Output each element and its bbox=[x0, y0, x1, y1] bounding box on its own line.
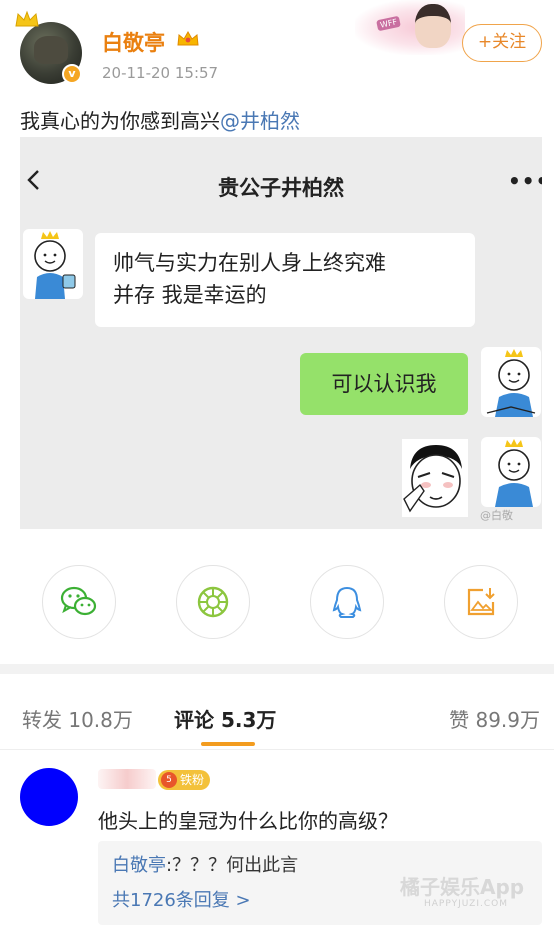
reply-username[interactable]: 白敬亭 bbox=[112, 855, 166, 876]
chat-bubble-received: 帅气与实力在别人身上终究难 并存 我是幸运的 bbox=[95, 233, 475, 327]
decorative-card-banner: WFF bbox=[355, 0, 465, 55]
chat-avatar-left bbox=[23, 229, 83, 299]
chat-avatar-right bbox=[481, 347, 541, 417]
share-moments-button[interactable] bbox=[176, 565, 250, 639]
crown-icon bbox=[15, 10, 39, 27]
verified-badge-icon: v bbox=[62, 64, 82, 84]
save-image-button[interactable] bbox=[444, 565, 518, 639]
post-author-name[interactable]: 白敬亭 bbox=[102, 27, 165, 57]
brand-watermark: 橘子娱乐App bbox=[400, 875, 525, 899]
fan-level-heart-icon: 5 bbox=[161, 772, 177, 788]
post-text-body: 我真心的为你感到高兴 bbox=[20, 109, 220, 133]
post-text: 我真心的为你感到高兴@井柏然 bbox=[20, 105, 300, 134]
commenter-avatar[interactable] bbox=[20, 768, 78, 826]
share-qq-button[interactable] bbox=[310, 565, 384, 639]
view-replies-link[interactable]: 共1726条回复 > bbox=[112, 886, 251, 912]
chat-avatar-right-2 bbox=[481, 437, 541, 507]
tab-comment[interactable]: 评论 5.3万 bbox=[174, 704, 276, 733]
comment-text: 他头上的皇冠为什么比你的高级？ bbox=[98, 809, 398, 833]
fan-badge: 5 铁粉 bbox=[158, 770, 211, 790]
follow-button[interactable]: +关注 bbox=[462, 24, 542, 62]
chat-meme-sticker bbox=[402, 439, 468, 517]
post-header: v 白敬亭 20-11-20 15:57 WFF +关注 bbox=[0, 0, 554, 96]
post-timestamp: 20-11-20 15:57 bbox=[102, 64, 219, 82]
chat-bubble-received-line2: 并存 我是幸运的 bbox=[113, 283, 267, 307]
qq-icon bbox=[332, 586, 362, 618]
feedback-tabs: 转发 10.8万 评论 5.3万 赞 89.9万 bbox=[0, 674, 554, 750]
chat-bubble-received-line1: 帅气与实力在别人身上终究难 bbox=[113, 251, 386, 275]
moments-icon bbox=[197, 586, 229, 618]
post-mention-link[interactable]: @井柏然 bbox=[220, 109, 300, 133]
active-tab-indicator bbox=[201, 742, 255, 746]
fan-badge-label: 铁粉 bbox=[180, 773, 205, 787]
chat-title-bar: 贵公子井柏然 ••• bbox=[20, 137, 542, 217]
tab-like[interactable]: 赞 89.9万 bbox=[449, 704, 540, 733]
share-wechat-button[interactable] bbox=[42, 565, 116, 639]
tab-repost[interactable]: 转发 10.8万 bbox=[22, 704, 133, 733]
brand-watermark-url: HAPPYJUZI.COM bbox=[424, 899, 508, 909]
save-image-icon bbox=[467, 588, 495, 616]
wechat-icon bbox=[60, 586, 97, 616]
more-dots-icon: ••• bbox=[508, 169, 542, 193]
share-row bbox=[0, 565, 554, 645]
reply-text: :？？？何出此言 bbox=[166, 855, 299, 876]
vip-crown-icon bbox=[177, 30, 199, 46]
chat-bubble-sent: 可以认识我 bbox=[300, 353, 468, 415]
comment-item: 5 铁粉 他头上的皇冠为什么比你的高级？ 白敬亭:？？？何出此言 共1726条回… bbox=[0, 751, 554, 930]
section-divider bbox=[0, 664, 554, 674]
commenter-name-redacted[interactable] bbox=[98, 769, 156, 789]
image-watermark: @白敬 bbox=[480, 509, 513, 522]
post-image-chat-screenshot[interactable]: 贵公子井柏然 ••• 帅气与实力在别人身上终究难 并存 我是幸运的 可以认识我 bbox=[20, 137, 542, 529]
chat-title: 贵公子井柏然 bbox=[218, 176, 344, 200]
reply-line: 白敬亭:？？？何出此言 bbox=[112, 851, 298, 877]
